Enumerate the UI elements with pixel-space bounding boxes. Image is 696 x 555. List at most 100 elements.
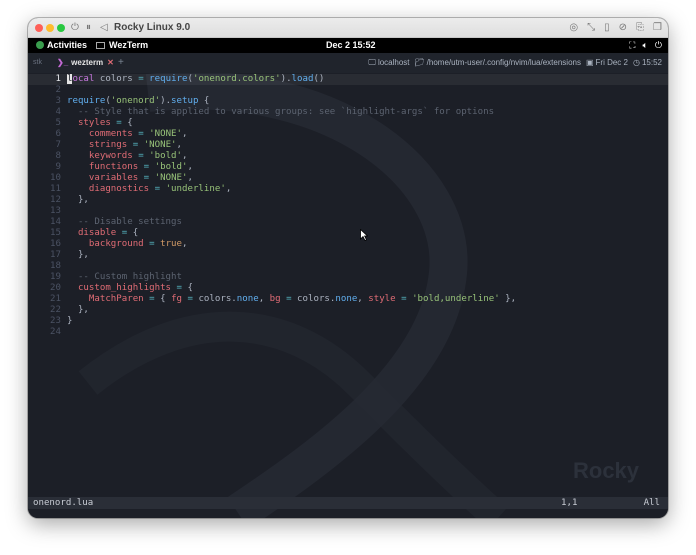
code-token: { — [198, 96, 210, 106]
code-line[interactable]: 13 — [28, 206, 668, 217]
code-token: colors. — [192, 294, 237, 304]
share-icon[interactable]: ⎘ — [636, 21, 644, 35]
neovim-editor[interactable]: 1 local colors = require('onenord.colors'… — [28, 74, 668, 480]
code-token: , — [187, 173, 193, 183]
code-line[interactable]: 16 background = true, — [28, 239, 668, 250]
code-line[interactable]: 6 comments = 'NONE', — [28, 129, 668, 140]
code-text: }, — [67, 305, 89, 316]
disk-icon[interactable]: ◎ — [569, 21, 578, 35]
code-token: , — [225, 184, 232, 194]
terminal-prompt-icon: ❯_ — [57, 58, 69, 67]
code-token: }, — [67, 305, 89, 315]
folder-icon: 📁︎ — [414, 58, 425, 67]
clock[interactable]: Dec 2 15:52 — [326, 38, 376, 53]
resize-icon[interactable]: ⤡ — [587, 21, 595, 35]
tab-close-button[interactable]: ✕ — [107, 58, 114, 67]
line-number: 22 — [50, 305, 61, 315]
line-number: 23 — [50, 316, 61, 326]
code-line[interactable]: 22 }, — [28, 305, 668, 316]
statusline-cursor-position: 1,1 — [561, 498, 578, 508]
code-line[interactable]: 19 -- Custom highlight — [28, 272, 668, 283]
code-token: 'onenord.colors' — [192, 74, 281, 84]
code-text: diagnostics = 'underline', — [67, 184, 231, 195]
code-line[interactable]: 8 keywords = 'bold', — [28, 151, 668, 162]
statusline-scroll: All — [643, 498, 660, 508]
code-line[interactable]: 3 require('onenord').setup { — [28, 96, 668, 107]
code-token: , — [357, 294, 369, 304]
code-line[interactable]: 11 diagnostics = 'underline', — [28, 184, 668, 195]
code-token: diagnostics — [67, 184, 150, 194]
app-menu-label: WezTerm — [109, 40, 149, 50]
activities-button[interactable]: Activities — [36, 38, 87, 53]
tab-prev[interactable]: stk — [33, 53, 42, 73]
new-tab-button[interactable]: + — [118, 53, 124, 73]
code-text: -- Disable settings — [67, 217, 182, 228]
code-text: strings = 'NONE', — [67, 140, 182, 151]
zoom-window-button[interactable] — [57, 24, 65, 32]
code-line[interactable]: 18 — [28, 261, 668, 272]
line-number: 21 — [50, 294, 61, 304]
code-token: 'bold' — [149, 151, 183, 161]
code-line[interactable]: 4 -- Style that is applied to various gr… — [28, 107, 668, 118]
usb-icon[interactable]: ▯ — [604, 21, 610, 35]
code-token: 'bold' — [154, 162, 188, 172]
code-token: -- Disable settings — [67, 217, 182, 227]
line-number: 1 — [55, 74, 61, 84]
terminal[interactable]: Rocky stk ❯_ wezterm ✕ + 🖵︎ localhost 📁︎/ho… — [28, 53, 668, 518]
code-token: 'NONE' — [143, 140, 177, 150]
code-line[interactable]: 24 — [28, 327, 668, 338]
code-text: comments = 'NONE', — [67, 129, 188, 140]
system-tray[interactable]: ⛶ 🔈︎ ⏻ — [629, 38, 662, 53]
window-icon[interactable]: ❐ — [653, 21, 662, 35]
power-icon: ⏻ — [654, 40, 662, 50]
time-label: 15:52 — [641, 58, 662, 67]
pause-icon[interactable]: ⏸ — [86, 21, 91, 35]
code-line[interactable]: 20 custom_highlights = { — [28, 283, 668, 294]
clock-icon: ◷ — [632, 58, 640, 67]
date-label: Fri Dec 2 — [595, 58, 628, 67]
code-line[interactable]: 1 local colors = require('onenord.colors'… — [28, 74, 668, 85]
line-number: 19 — [50, 272, 61, 282]
code-text: custom_highlights = { — [67, 283, 193, 294]
app-menu[interactable]: WezTerm — [96, 38, 148, 53]
code-token: 'NONE' — [149, 129, 183, 139]
code-line[interactable]: 2 — [28, 85, 668, 96]
code-token: keywords — [67, 151, 133, 161]
back-icon[interactable]: ◁ — [100, 21, 108, 35]
code-text: } — [67, 316, 72, 327]
code-line[interactable]: 17 }, — [28, 250, 668, 261]
code-line[interactable]: 15 disable = { — [28, 228, 668, 239]
line-number: 16 — [50, 239, 61, 249]
code-line[interactable]: 10 variables = 'NONE', — [28, 173, 668, 184]
minimize-window-button[interactable] — [46, 24, 54, 32]
code-token: , — [176, 140, 183, 150]
code-token: custom_highlights — [67, 283, 172, 293]
vm-titlebar: ⏻ ⏸ ◁ Rocky Linux 9.0 ◎ ⤡ ▯ ⊘ ⎘ ❐ — [28, 18, 668, 38]
close-window-button[interactable] — [35, 24, 43, 32]
code-token: , — [182, 151, 188, 161]
host-label: localhost — [377, 58, 410, 67]
line-number: 14 — [50, 217, 61, 227]
line-number: 18 — [50, 261, 61, 271]
code-token: , — [182, 129, 188, 139]
code-token: require — [149, 74, 188, 84]
code-token: }, — [67, 250, 89, 260]
line-number: 4 — [55, 107, 61, 117]
code-line[interactable]: 14 -- Disable settings — [28, 217, 668, 228]
code-token: }, — [499, 294, 517, 304]
code-line[interactable]: 23} — [28, 316, 668, 327]
code-token: styles — [67, 118, 111, 128]
code-token: -- Style that is applied to various grou… — [67, 107, 495, 117]
code-text: background = true, — [67, 239, 188, 250]
code-token: colors. — [291, 294, 336, 304]
compass-icon[interactable]: ⊘ — [619, 21, 627, 35]
code-line[interactable]: 7 strings = 'NONE', — [28, 140, 668, 151]
code-line[interactable]: 21 MatchParen = { fg = colors.none, bg =… — [28, 294, 668, 305]
vm-window: ⏻ ⏸ ◁ Rocky Linux 9.0 ◎ ⤡ ▯ ⊘ ⎘ ❐ Activi… — [28, 18, 668, 518]
code-token: , — [258, 294, 270, 304]
tab-wezterm[interactable]: ❯_ wezterm ✕ — [52, 53, 119, 73]
code-line[interactable]: 9 functions = 'bold', — [28, 162, 668, 173]
code-line[interactable]: 12 }, — [28, 195, 668, 206]
code-line[interactable]: 5 styles = { — [28, 118, 668, 129]
power-icon[interactable]: ⏻ — [71, 21, 79, 35]
